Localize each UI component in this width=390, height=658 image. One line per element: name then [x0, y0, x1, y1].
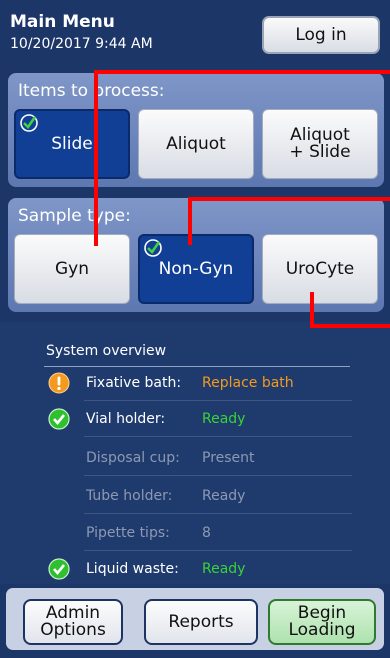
system-overview-title: System overview — [46, 343, 167, 359]
fixative-label: Fixative bath: — [86, 375, 182, 391]
header: Main Menu 10/20/2017 9:44 AM Log in — [0, 0, 390, 62]
divider — [84, 400, 352, 401]
tube-value: Ready — [202, 488, 246, 504]
annotation-line — [310, 324, 390, 328]
overview-row-pipette: Pipette tips: 8 — [0, 520, 390, 551]
bottom-toolbar: Admin Options Reports Begin Loading — [6, 588, 384, 650]
vial-value: Ready — [202, 411, 246, 427]
disposal-value: Present — [202, 450, 255, 466]
pipette-value: 8 — [202, 525, 211, 541]
checkmark-icon — [144, 239, 162, 257]
overview-row-disposal: Disposal cup: Present — [0, 445, 390, 476]
warning-icon — [48, 372, 70, 394]
tube-label: Tube holder: — [86, 488, 173, 504]
annotation-line — [188, 197, 390, 201]
check-circle-icon — [48, 408, 70, 430]
sample-gyn-label: Gyn — [54, 258, 89, 279]
waste-value: Ready — [202, 561, 246, 577]
waste-label: Liquid waste: — [86, 561, 179, 577]
divider — [84, 513, 352, 514]
divider — [84, 475, 352, 476]
annotation-line — [188, 197, 192, 245]
annotation-line — [310, 292, 314, 328]
fixative-value: Replace bath — [202, 375, 294, 391]
disposal-label: Disposal cup: — [86, 450, 180, 466]
login-button[interactable]: Log in — [262, 16, 380, 54]
check-circle-icon — [48, 558, 70, 580]
sample-type-title: Sample type: — [18, 206, 131, 226]
overview-row-waste: Liquid waste: Ready — [0, 556, 390, 586]
annotation-line — [94, 70, 98, 246]
reports-button[interactable]: Reports — [144, 599, 258, 645]
option-aliquot-slide-button[interactable]: Aliquot + Slide — [262, 109, 378, 179]
checkmark-icon — [20, 114, 38, 132]
admin-label-line2: Options — [40, 620, 106, 640]
overview-row-fixative: Fixative bath: Replace bath — [0, 370, 390, 401]
sample-non-gyn-button[interactable]: Non-Gyn — [138, 234, 254, 304]
option-slide-button[interactable]: Slide — [14, 109, 130, 179]
sample-urocyte-label: UroCyte — [285, 258, 355, 279]
datetime: 10/20/2017 9:44 AM — [10, 36, 153, 52]
divider — [84, 436, 352, 437]
begin-loading-button[interactable]: Begin Loading — [268, 599, 376, 645]
sample-type-panel: Sample type: Gyn Non-Gyn UroCyte — [8, 198, 384, 312]
page-title: Main Menu — [10, 12, 115, 32]
pipette-label: Pipette tips: — [86, 525, 170, 541]
sample-urocyte-button[interactable]: UroCyte — [262, 234, 378, 304]
option-aliquot-slide-label: Aliquot + Slide — [289, 125, 351, 162]
overview-row-tube: Tube holder: Ready — [0, 483, 390, 514]
divider — [44, 366, 350, 367]
sample-non-gyn-label: Non-Gyn — [158, 258, 234, 279]
option-aliquot-label: Aliquot — [166, 133, 226, 154]
divider — [84, 550, 352, 551]
annotation-line — [94, 70, 390, 74]
begin-label-line2: Loading — [288, 620, 356, 640]
items-to-process-panel: Items to process: Slide Aliquot Aliquot … — [8, 73, 384, 187]
vial-label: Vial holder: — [86, 411, 166, 427]
admin-options-button[interactable]: Admin Options — [23, 599, 123, 645]
overview-row-vial: Vial holder: Ready — [0, 406, 390, 437]
option-aliquot-button[interactable]: Aliquot — [138, 109, 254, 179]
option-slide-label: Slide — [51, 133, 93, 154]
items-to-process-title: Items to process: — [18, 81, 165, 101]
sample-gyn-button[interactable]: Gyn — [14, 234, 130, 304]
